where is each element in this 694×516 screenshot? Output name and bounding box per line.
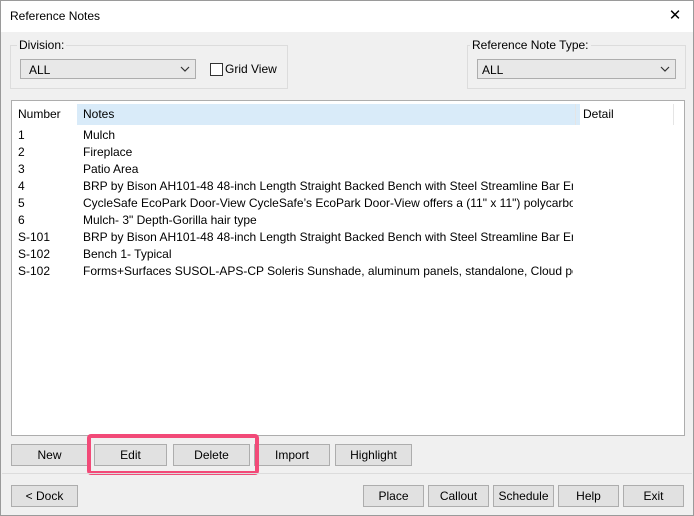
table-row[interactable]: 3 Patio Area: [12, 161, 684, 178]
row-number: 5: [18, 196, 25, 210]
reference-type-dropdown-value: ALL: [482, 63, 504, 77]
chevron-down-icon: [180, 66, 190, 72]
highlight-button[interactable]: Highlight: [335, 444, 412, 466]
row-number: S-102: [18, 264, 51, 278]
row-notes: BRP by Bison AH101-48 48-inch Length Str…: [83, 230, 573, 244]
row-notes: BRP by Bison AH101-48 48-inch Length Str…: [83, 179, 573, 193]
window-title: Reference Notes: [10, 9, 101, 23]
grid-view-label[interactable]: Grid View: [225, 62, 277, 76]
row-notes: Forms+Surfaces SUSOL-APS-CP Soleris Suns…: [83, 264, 573, 278]
new-button[interactable]: New: [11, 444, 88, 466]
row-notes: Bench 1- Typical: [83, 247, 172, 261]
table-row[interactable]: S-102 Bench 1- Typical: [12, 246, 684, 263]
reference-notes-dialog: Reference Notes ✕ Division: ALL Grid Vie…: [0, 0, 694, 516]
division-dropdown-value: ALL: [29, 63, 51, 77]
close-icon[interactable]: ✕: [663, 3, 687, 29]
help-button[interactable]: Help: [558, 485, 619, 507]
table-row[interactable]: 1 Mulch: [12, 127, 684, 144]
schedule-button[interactable]: Schedule: [493, 485, 554, 507]
row-notes: Fireplace: [83, 145, 133, 159]
row-notes: CycleSafe EcoPark Door-View CycleSafe’s …: [83, 196, 573, 210]
column-header-number[interactable]: Number: [18, 104, 78, 125]
table-row[interactable]: 6 Mulch- 3" Depth-Gorilla hair type: [12, 212, 684, 229]
row-number: 3: [18, 162, 25, 176]
table-row[interactable]: S-102 Forms+Surfaces SUSOL-APS-CP Soleri…: [12, 263, 684, 280]
table-row[interactable]: 4 BRP by Bison AH101-48 48-inch Length S…: [12, 178, 684, 195]
table-rows: 1 Mulch 2 Fireplace 3 Patio Area 4 BRP b…: [12, 127, 684, 280]
title-bar: Reference Notes ✕: [1, 1, 693, 32]
annotation-highlight-box: [87, 434, 259, 475]
row-number: S-101: [18, 230, 51, 244]
place-button[interactable]: Place: [363, 485, 424, 507]
reference-type-group: Reference Note Type: ALL: [467, 38, 686, 89]
reference-notes-list[interactable]: Number Notes Detail 1 Mulch 2 Fireplace …: [11, 100, 685, 436]
row-number: 2: [18, 145, 25, 159]
reference-type-dropdown[interactable]: ALL: [477, 59, 676, 79]
division-label: Division:: [17, 38, 67, 52]
row-number: S-102: [18, 247, 51, 261]
import-button[interactable]: Import: [254, 444, 330, 466]
divider: [2, 473, 692, 474]
reference-type-label: Reference Note Type:: [470, 38, 591, 52]
grid-view-checkbox[interactable]: [210, 63, 223, 76]
table-row[interactable]: S-101 BRP by Bison AH101-48 48-inch Leng…: [12, 229, 684, 246]
row-number: 1: [18, 128, 25, 142]
column-header-detail[interactable]: Detail: [575, 104, 674, 125]
table-row[interactable]: 2 Fireplace: [12, 144, 684, 161]
dock-button[interactable]: < Dock: [11, 485, 78, 507]
row-number: 6: [18, 213, 25, 227]
division-group: Division: ALL Grid View: [10, 38, 288, 89]
table-row[interactable]: 5 CycleSafe EcoPark Door-View CycleSafe’…: [12, 195, 684, 212]
callout-button[interactable]: Callout: [428, 485, 489, 507]
row-notes: Patio Area: [83, 162, 139, 176]
row-notes: Mulch: [83, 128, 116, 142]
column-header-notes[interactable]: Notes: [77, 104, 580, 125]
chevron-down-icon: [660, 66, 670, 72]
exit-button[interactable]: Exit: [623, 485, 684, 507]
row-notes: Mulch- 3" Depth-Gorilla hair type: [83, 213, 257, 227]
division-dropdown[interactable]: ALL: [20, 59, 196, 79]
row-number: 4: [18, 179, 25, 193]
